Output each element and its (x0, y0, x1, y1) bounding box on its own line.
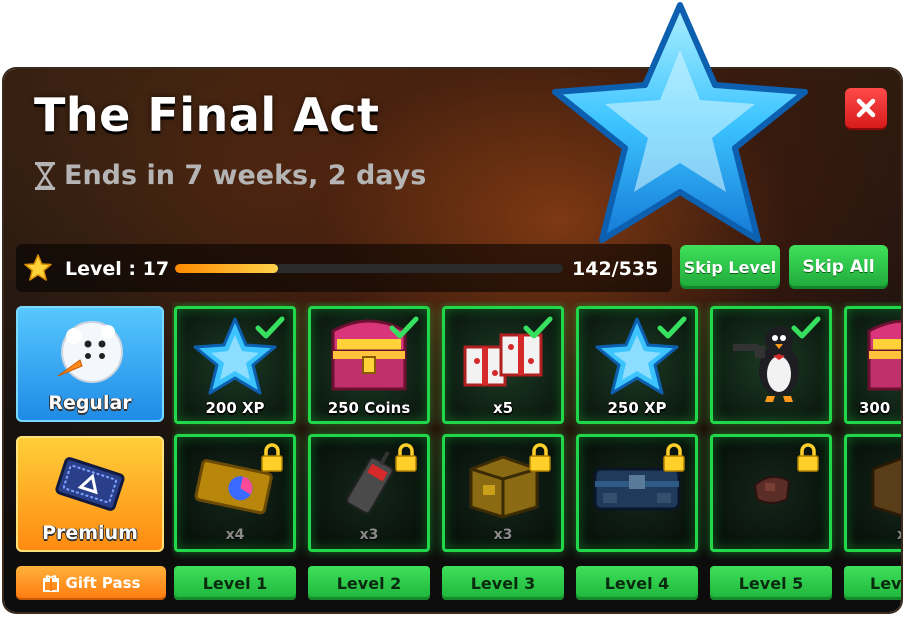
claimed-check-icon (791, 316, 821, 339)
claimed-check-icon (255, 316, 285, 339)
claimed-check-icon (657, 316, 687, 339)
level-tab[interactable]: Level 3 (442, 566, 564, 600)
crate-icon (871, 456, 901, 518)
reward-quantity: x (847, 527, 901, 543)
regular-track-label: Regular (48, 392, 132, 414)
close-icon (856, 98, 876, 118)
gift-pass-label: Gift Pass (65, 574, 141, 592)
reward-card-regular[interactable]: 200 XP (174, 306, 296, 424)
gift-icon (42, 575, 59, 592)
close-button[interactable] (845, 88, 887, 128)
reward-card-regular[interactable]: 300 (844, 306, 901, 424)
reward-card-premium[interactable]: x (844, 434, 901, 552)
reward-card-premium[interactable] (710, 434, 832, 552)
xp-progress-fill (175, 264, 278, 273)
reward-quantity: x3 (359, 527, 379, 543)
premium-track-button[interactable]: Premium (16, 436, 164, 552)
level-star-icon (24, 254, 52, 281)
star-emblem-icon (552, 2, 808, 243)
reward-card-regular[interactable] (710, 306, 832, 424)
reward-card-premium[interactable]: x3 (442, 434, 564, 552)
reward-label: x5 (492, 399, 514, 417)
event-timer-text: Ends in 7 weeks, 2 days (64, 160, 427, 191)
level-tab[interactable]: Level 2 (308, 566, 430, 600)
reward-label: 200 XP (205, 399, 265, 417)
gift-pass-button[interactable]: Gift Pass (16, 566, 166, 600)
hourglass-icon (35, 161, 55, 190)
xp-progress-track (175, 264, 563, 273)
regular-track-button[interactable]: Regular (16, 306, 164, 422)
event-timer: Ends in 7 weeks, 2 days (34, 160, 426, 191)
reward-card-premium[interactable]: x3 (308, 434, 430, 552)
skip-level-button[interactable]: Skip Level (680, 245, 780, 289)
claimed-check-icon (389, 316, 419, 339)
snowman-icon (57, 321, 123, 383)
reward-card-regular[interactable]: 250 Coins (308, 306, 430, 424)
premium-track-label: Premium (42, 522, 138, 544)
level-tab[interactable]: Level 1 (174, 566, 296, 600)
premium-ticket-icon (55, 457, 125, 511)
claimed-check-icon (523, 316, 553, 339)
level-tab[interactable]: Lev (844, 566, 901, 600)
current-level-label: Level : 17 (65, 258, 170, 280)
treasure-chest-icon (867, 319, 901, 391)
reward-card-regular[interactable]: 250 XP (576, 306, 698, 424)
reward-card-premium[interactable] (576, 434, 698, 552)
lock-icon (797, 443, 819, 472)
reward-label: 250 XP (607, 399, 667, 417)
reward-grid: 200 XP 250 Coins x5 250 XP 300 x4 x3 x3 … (172, 302, 901, 612)
lock-icon (529, 443, 551, 472)
reward-card-regular[interactable]: x5 (442, 306, 564, 424)
reward-quantity: x4 (225, 527, 245, 543)
skip-all-button[interactable]: Skip All (789, 245, 888, 289)
lock-icon (663, 443, 685, 472)
level-tab[interactable]: Level 4 (576, 566, 698, 600)
level-tab[interactable]: Level 5 (710, 566, 832, 600)
lock-icon (395, 443, 417, 472)
reward-label: 250 Coins (327, 399, 411, 417)
lock-icon (261, 443, 283, 472)
reward-card-premium[interactable]: x4 (174, 434, 296, 552)
event-title: The Final Act (34, 88, 380, 142)
reward-label: 300 (859, 399, 891, 417)
xp-progress-text: 142/535 (572, 258, 659, 280)
reward-quantity: x3 (493, 527, 513, 543)
